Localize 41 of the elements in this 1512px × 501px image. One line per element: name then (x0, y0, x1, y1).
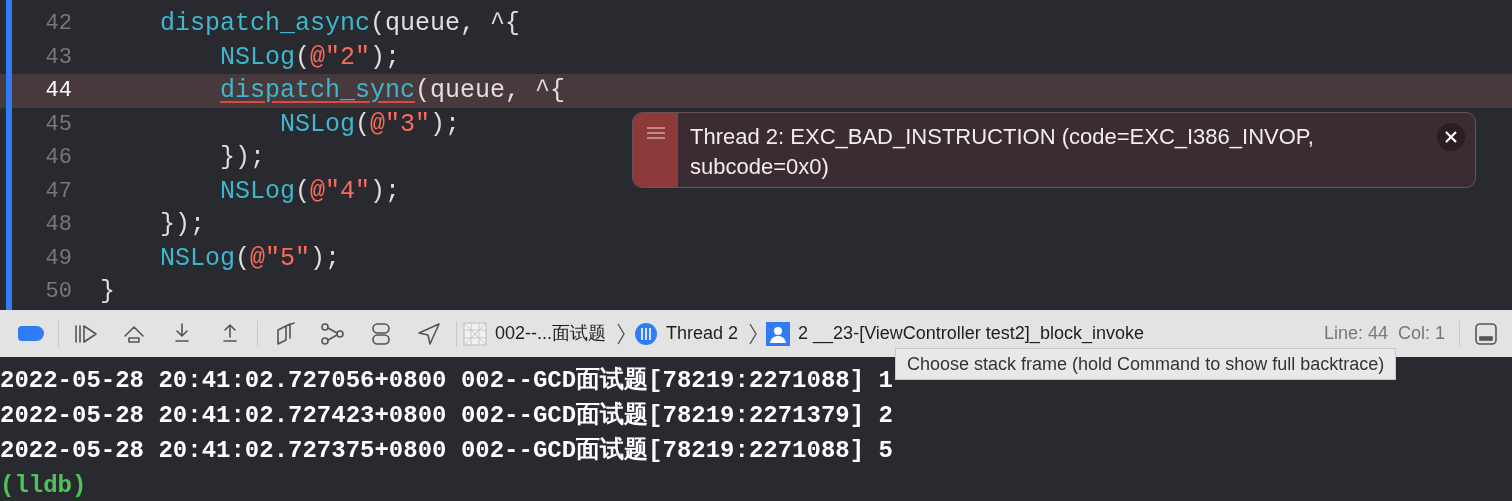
panel-toggle-icon[interactable] (1474, 321, 1498, 346)
code-text: dispatch_sync(queue, ^{ (219, 75, 566, 107)
line-number: 50 (44, 278, 72, 307)
code-text: NSLog(@"4"); (219, 175, 401, 208)
app-icon (463, 321, 487, 346)
code-text: } (100, 276, 115, 308)
lldb-prompt: (lldb) (0, 471, 87, 501)
console-line: 2022-05-28 20:41:02.727375+0800 002--GCD面试题[78219:2271088] 5 (0, 435, 893, 466)
breadcrumb-item[interactable]: Thread 2 (634, 320, 739, 347)
console-line: 2022-05-28 20:41:02.727056+0800 002--GCD面试题[78219:2271088] 1 (0, 365, 893, 396)
chevron-icon (748, 321, 759, 346)
code-text: dispatch_async(queue, ^{ (159, 8, 521, 40)
tooltip: Choose stack frame (hold Command to show full backtrace) (895, 348, 1397, 380)
code-text: NSLog(@"3"); (279, 108, 461, 141)
error-message: Thread 2: EXC_BAD_INSTRUCTION (code=EXC_I386_INVOP, subcode=0x0) (690, 123, 1315, 181)
column-indicator: Col: 1 (1397, 322, 1445, 345)
code-text: NSLog(@"5"); (159, 242, 341, 275)
line-number: 47 (44, 177, 72, 206)
line-number: 46 (44, 144, 72, 173)
line-indicator: Line: 44 (1323, 322, 1388, 345)
code-text: }); (159, 209, 206, 241)
close-button[interactable] (1437, 123, 1465, 151)
person-icon (766, 321, 791, 346)
line-number: 43 (44, 43, 72, 72)
line-number: 45 (44, 110, 72, 139)
line-number: 44 (44, 77, 72, 106)
code-text: }); (219, 142, 266, 174)
menu-icon[interactable] (646, 127, 665, 139)
line-number: 49 (44, 244, 72, 273)
breadcrumb-item[interactable]: 002--...面试题 (463, 320, 607, 347)
close-icon (1445, 131, 1457, 143)
line-number: 42 (44, 10, 72, 39)
breadcrumb-item[interactable]: 2 __23-[ViewController test2]_block_invoke (766, 320, 1144, 347)
graph-icon[interactable] (320, 321, 346, 346)
code-text: NSLog(@"2"); (219, 41, 401, 74)
breakpoints-toggle[interactable] (18, 326, 44, 341)
console-line: 2022-05-28 20:41:02.727423+0800 002--GCD面试题[78219:2271379] 2 (0, 400, 893, 431)
chevron-icon (616, 321, 627, 346)
thread-icon (634, 321, 659, 346)
location-icon[interactable] (416, 321, 442, 346)
line-number: 48 (44, 211, 72, 240)
